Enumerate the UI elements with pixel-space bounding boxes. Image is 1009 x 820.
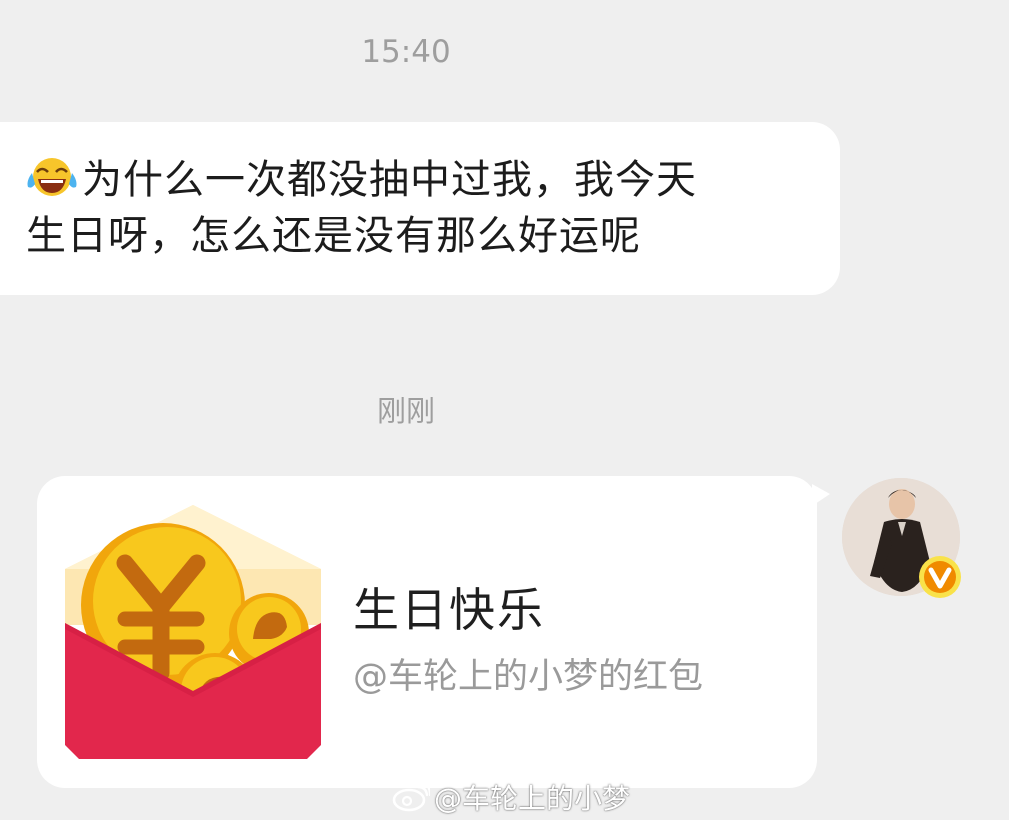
red-envelope-icon[interactable] bbox=[65, 505, 321, 759]
watermark: @车轮上的小梦 bbox=[392, 778, 630, 816]
watermark-text: @车轮上的小梦 bbox=[434, 782, 631, 815]
verified-v-badge-icon bbox=[919, 556, 961, 598]
timestamp-second: 刚刚 bbox=[376, 394, 435, 428]
incoming-message-line1: 为什么一次都没抽中过我，我今天 bbox=[82, 157, 697, 203]
timestamp-first: 15:40 bbox=[361, 34, 451, 70]
tears-of-joy-emoji-icon bbox=[27, 158, 77, 196]
red-packet-title: 生日快乐 bbox=[353, 583, 545, 637]
red-packet-subtitle: @车轮上的小梦的红包 bbox=[353, 657, 704, 697]
weibo-logo-icon bbox=[392, 781, 430, 812]
red-packet-card-tail bbox=[812, 484, 830, 506]
incoming-message-line2: 生日呀，怎么还是没有那么好运呢 bbox=[26, 213, 641, 259]
incoming-message-text[interactable]: 为什么一次都没抽中过我，我今天 生日呀，怎么还是没有那么好运呢 bbox=[26, 152, 816, 264]
